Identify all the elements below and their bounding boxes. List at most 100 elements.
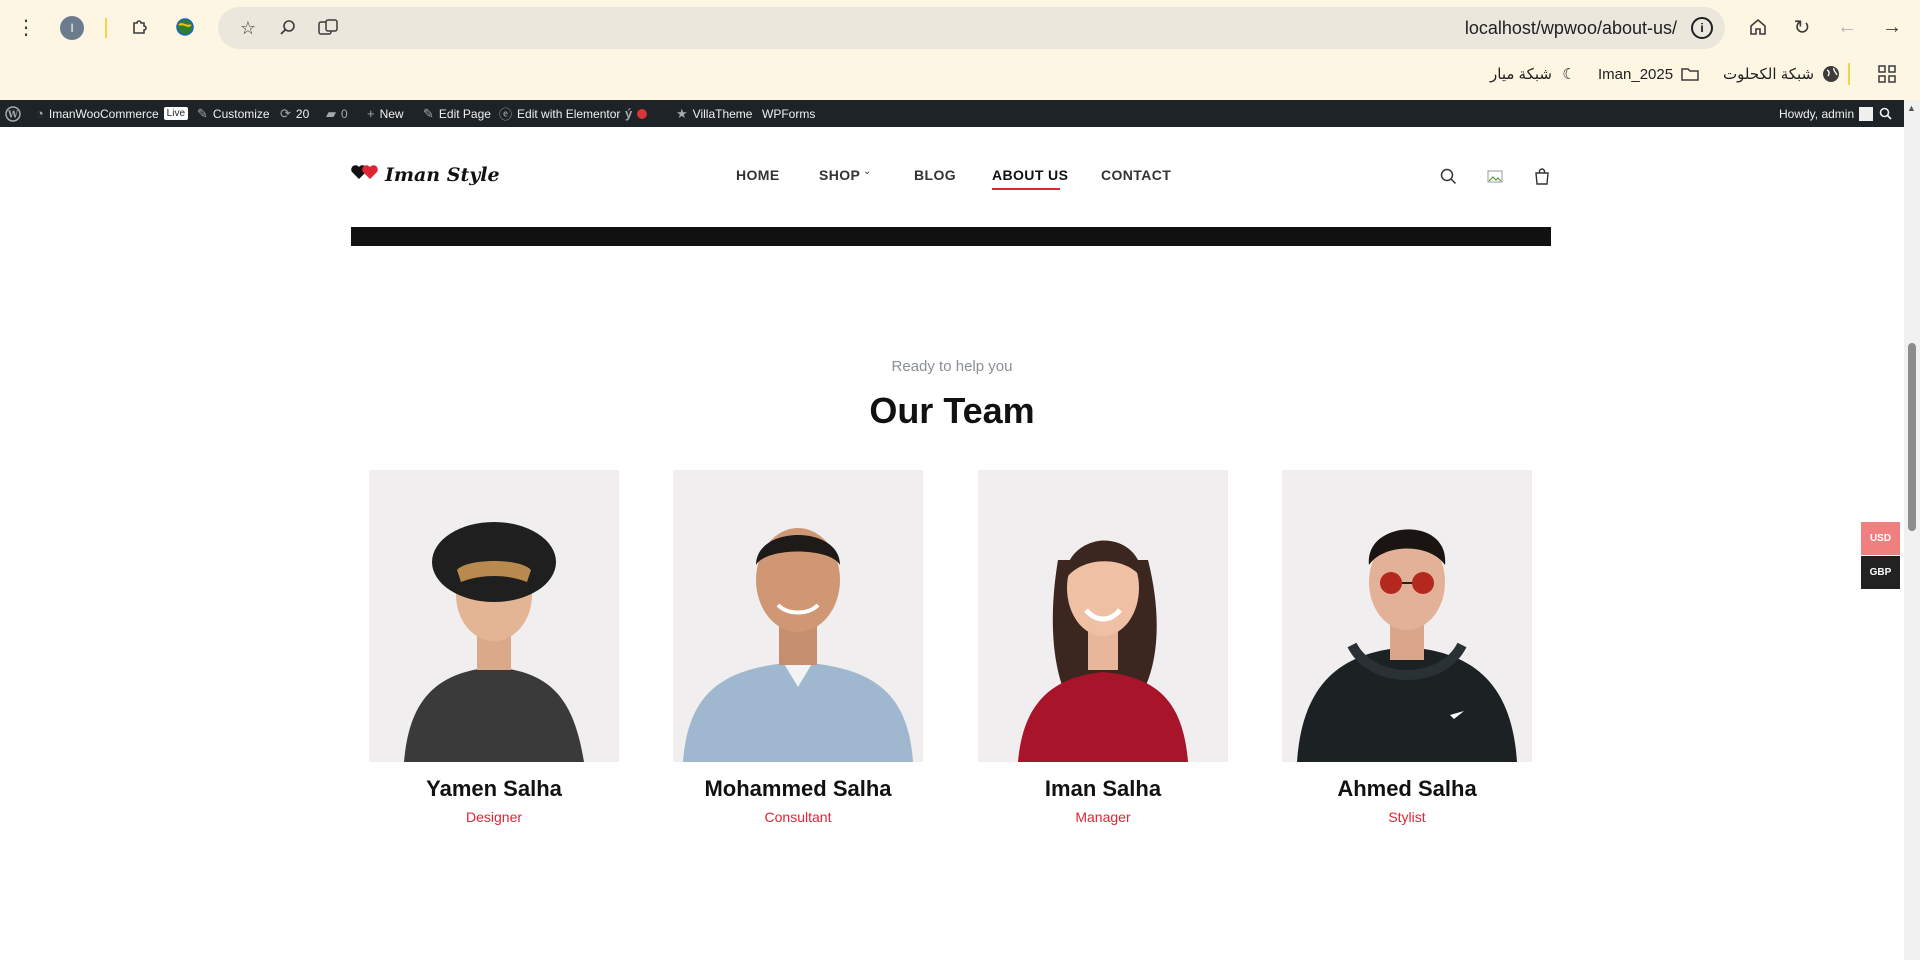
currency-usd-button[interactable]: USD bbox=[1861, 522, 1900, 555]
admin-villatheme[interactable]: ★ VillaTheme bbox=[676, 100, 752, 127]
cart-icon[interactable] bbox=[1531, 165, 1553, 187]
search-icon[interactable] bbox=[1437, 165, 1459, 187]
team-member-card: Iman Salha Manager bbox=[978, 470, 1228, 825]
comment-icon: ▰ bbox=[326, 105, 336, 121]
star-icon: ★ bbox=[676, 105, 688, 121]
wordpress-logo-icon[interactable]: W bbox=[5, 100, 21, 127]
member-name: Mohammed Salha bbox=[704, 776, 892, 801]
extension-globe-icon[interactable] bbox=[167, 9, 203, 45]
admin-new[interactable]: + New bbox=[367, 100, 404, 127]
svg-text:W: W bbox=[7, 110, 19, 120]
comments-count: 0 bbox=[341, 106, 348, 121]
live-badge: Live bbox=[163, 107, 189, 120]
profile-avatar[interactable]: I bbox=[60, 16, 84, 40]
bookmark-label: شبكة الكحلوت bbox=[1723, 66, 1815, 83]
edit-page-label: Edit Page bbox=[438, 106, 491, 121]
member-photo bbox=[673, 470, 923, 762]
member-role: Designer bbox=[465, 809, 523, 825]
nav-about-us[interactable]: ABOUT US bbox=[992, 167, 1068, 183]
bookmark-star-icon[interactable]: ☆ bbox=[236, 16, 260, 40]
extensions-icon[interactable] bbox=[122, 9, 158, 45]
admin-edit-page[interactable]: ✎ Edit Page bbox=[423, 100, 491, 127]
admin-customize[interactable]: ✎ Customize bbox=[197, 100, 270, 127]
admin-wpforms[interactable]: WPForms bbox=[762, 100, 815, 127]
site-info-icon[interactable]: i bbox=[1691, 17, 1713, 39]
nav-blog[interactable]: BLOG bbox=[914, 167, 956, 183]
address-bar[interactable]: ☆ localhost/wpwoo/about-us/ i bbox=[218, 7, 1725, 49]
member-name: Yamen Salha bbox=[426, 776, 562, 801]
villatheme-label: VillaTheme bbox=[692, 106, 753, 121]
admin-search-icon[interactable] bbox=[1879, 100, 1892, 127]
site-logo[interactable]: Iman Style bbox=[351, 163, 500, 187]
bookmark-divider bbox=[1848, 63, 1850, 85]
toolbar-divider bbox=[105, 18, 107, 38]
hero-banner-edge bbox=[351, 227, 1551, 246]
seo-status-dot bbox=[637, 108, 648, 119]
member-role: Manager bbox=[1075, 809, 1131, 825]
globe-icon bbox=[1822, 65, 1840, 83]
member-photo bbox=[1282, 470, 1532, 762]
account-image-icon[interactable] bbox=[1484, 165, 1506, 187]
browser-menu-icon[interactable]: ⋮ bbox=[8, 9, 44, 45]
admin-avatar bbox=[1859, 106, 1874, 121]
admin-elementor[interactable]: ⓔ Edit with Elementor bbox=[499, 100, 620, 127]
member-role: Stylist bbox=[1388, 809, 1426, 825]
member-name: Ahmed Salha bbox=[1337, 776, 1477, 801]
home-icon[interactable] bbox=[1740, 9, 1776, 45]
logo-hearts-icon bbox=[351, 163, 381, 187]
member-role: Consultant bbox=[764, 809, 832, 825]
brush-icon: ✎ bbox=[197, 105, 208, 121]
forward-arrow-icon[interactable]: → bbox=[1874, 9, 1910, 45]
customize-label: Customize bbox=[212, 106, 270, 121]
bookmark-label: Iman_2025 bbox=[1598, 65, 1674, 83]
admin-updates[interactable]: ⟳ 20 bbox=[280, 100, 309, 127]
scroll-up-arrow-icon[interactable]: ▲ bbox=[1907, 103, 1916, 113]
member-photo bbox=[978, 470, 1228, 762]
elementor-icon: ⓔ bbox=[499, 107, 513, 122]
plus-icon: + bbox=[367, 106, 375, 121]
bookmark-kahlout[interactable]: شبكة الكحلوت bbox=[1723, 62, 1840, 86]
section-heading: Our Team bbox=[869, 390, 1035, 431]
bookmark-label: شبكة ميار bbox=[1490, 66, 1552, 83]
url-text[interactable]: localhost/wpwoo/about-us/ bbox=[1465, 18, 1677, 39]
page-content: Iman Style HOME SHOP ⌄ BLOG ABOUT US CON… bbox=[0, 127, 1904, 960]
nav-contact[interactable]: CONTACT bbox=[1101, 167, 1171, 183]
admin-comments[interactable]: ▰ 0 bbox=[326, 100, 348, 127]
updates-count: 20 bbox=[295, 106, 310, 121]
section-eyebrow: Ready to help you bbox=[891, 358, 1013, 375]
wp-admin-bar: W ◔ ImanWooCommerce Live ✎ Customize ⟳ 2… bbox=[0, 100, 1920, 127]
folder-icon bbox=[1681, 65, 1699, 83]
currency-gbp-button[interactable]: GBP bbox=[1861, 556, 1900, 589]
moon-icon: ☾ bbox=[1562, 66, 1576, 83]
member-photo bbox=[369, 470, 619, 762]
browser-chrome: ⋮ I ☆ localhost/wpwoo/about-us/ i ↻ ← → … bbox=[0, 0, 1920, 100]
nav-active-underline bbox=[992, 188, 1060, 190]
nav-home[interactable]: HOME bbox=[736, 167, 780, 183]
yoast-icon: ý bbox=[625, 106, 633, 121]
back-arrow-icon[interactable]: ← bbox=[1829, 9, 1865, 45]
admin-seo[interactable]: ý bbox=[625, 100, 648, 127]
team-member-card: Yamen Salha Designer bbox=[369, 470, 619, 825]
admin-account[interactable]: Howdy, admin bbox=[1779, 100, 1874, 127]
wpforms-label: WPForms bbox=[762, 106, 816, 121]
admin-site-link[interactable]: ◔ ImanWooCommerce Live bbox=[36, 100, 189, 127]
dashboard-icon: ◔ bbox=[36, 106, 44, 121]
reload-icon[interactable]: ↻ bbox=[1784, 9, 1820, 45]
site-name: ImanWooCommerce bbox=[48, 106, 159, 121]
translate-icon[interactable] bbox=[316, 16, 340, 40]
bookmark-iman-2025[interactable]: Iman_2025 bbox=[1598, 62, 1699, 86]
scrollbar-thumb[interactable] bbox=[1908, 343, 1916, 531]
howdy-label: Howdy, admin bbox=[1779, 106, 1855, 121]
nav-shop[interactable]: SHOP bbox=[819, 167, 860, 183]
team-member-card: Mohammed Salha Consultant bbox=[673, 470, 923, 825]
team-member-card: Ahmed Salha Stylist bbox=[1282, 470, 1532, 825]
page-scrollbar[interactable]: ▲ bbox=[1904, 100, 1920, 960]
apps-grid-icon[interactable] bbox=[1869, 56, 1905, 92]
zoom-icon[interactable] bbox=[276, 16, 300, 40]
pencil-icon: ✎ bbox=[423, 105, 434, 121]
elementor-label: Edit with Elementor bbox=[517, 106, 621, 121]
logo-text: Iman Style bbox=[385, 164, 500, 186]
bookmark-mayar[interactable]: ☾ شبكة ميار bbox=[1490, 62, 1578, 86]
updates-icon: ⟳ bbox=[280, 105, 291, 121]
member-name: Iman Salha bbox=[1044, 776, 1162, 801]
